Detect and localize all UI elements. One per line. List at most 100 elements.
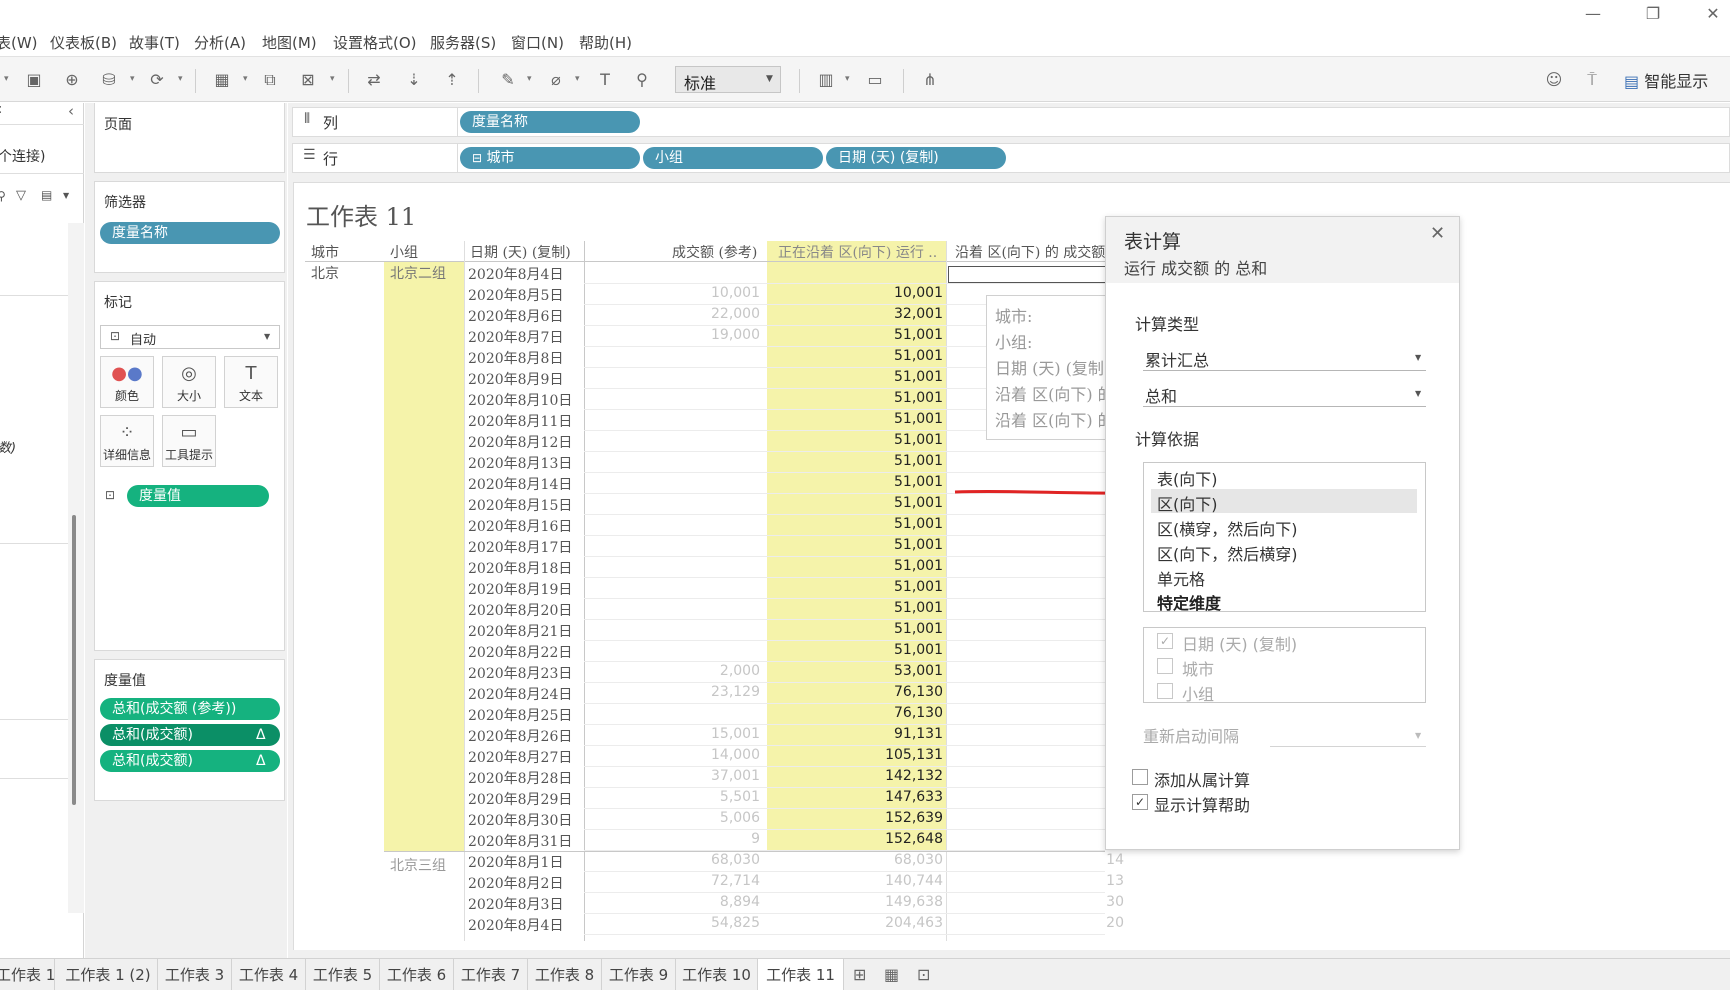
header-ref[interactable]: 成交额 (参考) (672, 242, 757, 262)
restore-icon[interactable]: ❐ (1633, 2, 1673, 26)
show-cards-icon[interactable]: ▥ (815, 70, 837, 90)
scrollbar[interactable] (68, 223, 84, 913)
new-dashboard-icon[interactable]: ▦ (884, 965, 899, 984)
table-cell-running[interactable]: 140,744 (853, 873, 943, 889)
table-cell-running[interactable]: 51,001 (853, 558, 943, 574)
table-cell-running[interactable]: 51,001 (853, 474, 943, 490)
group-dropdown-icon[interactable]: ▾ (575, 74, 580, 84)
swap-icon[interactable]: ⇄ (363, 70, 385, 90)
rows-pill-city[interactable]: ⊟ 城市 (460, 147, 640, 169)
table-row-date[interactable]: 2020年8月13日 (468, 453, 580, 473)
table-cell-ref[interactable]: 23,129 (700, 684, 760, 700)
menu-format[interactable]: 设置格式(O) (333, 32, 417, 53)
new-worksheet-icon[interactable]: ⊞ (853, 965, 866, 984)
header-group[interactable]: 小组 (390, 242, 418, 262)
table-cell-ref[interactable]: 72,714 (700, 873, 760, 889)
measure-pill-sales-1[interactable]: 总和(成交额) Δ (100, 724, 280, 746)
table-cell-running[interactable]: 51,001 (853, 453, 943, 469)
selected-cell[interactable] (948, 266, 1106, 283)
datasource-dropdown-icon[interactable]: ▾ (130, 74, 135, 84)
table-row-date[interactable]: 2020年8月29日 (468, 789, 580, 809)
table-row-date[interactable]: 2020年8月6日 (468, 306, 580, 326)
table-row-date[interactable]: 2020年8月26日 (468, 726, 580, 746)
new-sheet-dropdown-icon[interactable]: ▾ (243, 74, 248, 84)
table-cell-ref[interactable]: 22,000 (700, 306, 760, 322)
table-cell-running[interactable]: 76,130 (853, 705, 943, 721)
new-datasource-icon[interactable]: ⊕ (61, 70, 83, 90)
undo-dropdown-icon[interactable]: ▾ (4, 74, 9, 84)
clear-dropdown-icon[interactable]: ▾ (330, 74, 335, 84)
table-row-date[interactable]: 2020年8月4日 (468, 915, 580, 935)
view-dropdown-icon[interactable]: ▼ (63, 191, 69, 200)
mark-type-select[interactable]: ⊡ 自动 ▼ (100, 325, 280, 349)
table-row-date[interactable]: 2020年8月21日 (468, 621, 580, 641)
group-icon[interactable]: ⌀ (545, 70, 567, 90)
table-row-date[interactable]: 2020年8月2日 (468, 873, 580, 893)
table-row-date[interactable]: 2020年8月12日 (468, 432, 580, 452)
table-cell-running[interactable]: 51,001 (853, 348, 943, 364)
close-icon[interactable]: ✕ (1430, 223, 1445, 244)
table-cell-running[interactable]: 51,001 (853, 327, 943, 343)
detail-button[interactable]: ⁘ 详细信息 (100, 415, 154, 467)
collapse-pane-icon[interactable]: ‹ (68, 102, 74, 120)
fit-select[interactable]: 标准 ▼ (675, 66, 781, 93)
table-row-date[interactable]: 2020年8月1日 (468, 852, 580, 872)
dimension-checkbox-date[interactable]: ✓ (1157, 633, 1173, 649)
table-cell-running[interactable]: 51,001 (853, 411, 943, 427)
table-cell-pane[interactable]: 13 (1064, 873, 1124, 889)
table-row-date[interactable]: 2020年8月5日 (468, 285, 580, 305)
table-cell-ref[interactable]: 37,001 (700, 768, 760, 784)
compute-option-table-down[interactable]: 表(向下) (1157, 466, 1218, 490)
menu-analysis[interactable]: 分析(A) (194, 32, 246, 53)
mascot-icon[interactable]: ☺ (1543, 70, 1565, 90)
highlight-dropdown-icon[interactable]: ▾ (527, 74, 532, 84)
table-row-date[interactable]: 2020年8月19日 (468, 579, 580, 599)
datasource-icon[interactable]: ⛁ (98, 70, 120, 90)
highlight-icon[interactable]: ✎ (497, 70, 519, 90)
sort-ascending-icon[interactable]: ⇣ (403, 70, 425, 90)
table-cell-running[interactable]: 147,633 (853, 789, 943, 805)
tooltip-button[interactable]: ▭ 工具提示 (162, 415, 216, 467)
table-cell-running[interactable]: 32,001 (853, 306, 943, 322)
menu-dashboard[interactable]: 仪表板(B) (50, 32, 117, 53)
table-row-date[interactable]: 2020年8月15日 (468, 495, 580, 515)
table-row-date[interactable]: 2020年8月23日 (468, 663, 580, 683)
header-running[interactable]: 正在沿着 区(向下) 运行 .. (778, 242, 937, 262)
table-cell-running[interactable]: 51,001 (853, 621, 943, 637)
dimension-checkbox-group[interactable] (1157, 683, 1173, 699)
tab-sheet-11[interactable]: 工作表 11 (758, 959, 844, 990)
menu-worksheet[interactable]: 表(W) (0, 32, 38, 53)
sheet-title[interactable]: 工作表 11 (306, 197, 416, 232)
refresh-icon[interactable]: ⟳ (146, 70, 168, 90)
columns-pill-measure-names[interactable]: 度量名称 (460, 111, 640, 133)
table-cell-ref[interactable]: 19,000 (700, 327, 760, 343)
table-cell-ref[interactable]: 10,001 (700, 285, 760, 301)
table-cell-ref[interactable]: 5,006 (700, 810, 760, 826)
table-cell-running[interactable]: 51,001 (853, 537, 943, 553)
show-cards-dropdown-icon[interactable]: ▾ (845, 74, 850, 84)
table-cell-ref[interactable]: 15,001 (700, 726, 760, 742)
pages-card[interactable]: 页面 (94, 103, 285, 173)
show-me-button[interactable]: ▤ 智能显示 (1624, 68, 1708, 92)
menu-story[interactable]: 故事(T) (129, 32, 180, 53)
table-cell-ref[interactable]: 54,825 (700, 915, 760, 931)
rows-pill-date[interactable]: 日期 (天) (复制) (826, 147, 1006, 169)
menu-help[interactable]: 帮助(H) (579, 32, 632, 53)
table-row-date[interactable]: 2020年8月9日 (468, 369, 580, 389)
tab-sheet-9[interactable]: 工作表 9 (602, 959, 676, 990)
menu-window[interactable]: 窗口(N) (511, 32, 564, 53)
table-row-date[interactable]: 2020年8月7日 (468, 327, 580, 347)
compute-option-specific-dimensions[interactable]: 特定维度 (1157, 590, 1221, 614)
menu-server[interactable]: 服务器(S) (430, 32, 496, 53)
table-cell-running[interactable]: 76,130 (853, 684, 943, 700)
table-cell-running[interactable]: 68,030 (853, 852, 943, 868)
table-cell-running[interactable]: 142,132 (853, 768, 943, 784)
save-icon[interactable]: ▣ (23, 70, 45, 90)
table-cell-ref[interactable]: 2,000 (700, 663, 760, 679)
marks-measure-pill[interactable]: 度量值 (127, 485, 269, 507)
table-cell-running[interactable]: 152,639 (853, 810, 943, 826)
table-cell-running[interactable]: 51,001 (853, 390, 943, 406)
show-help-checkbox[interactable]: ✓ (1132, 794, 1148, 810)
filter-pill[interactable]: 度量名称 (100, 222, 280, 244)
table-cell-running[interactable]: 51,001 (853, 369, 943, 385)
